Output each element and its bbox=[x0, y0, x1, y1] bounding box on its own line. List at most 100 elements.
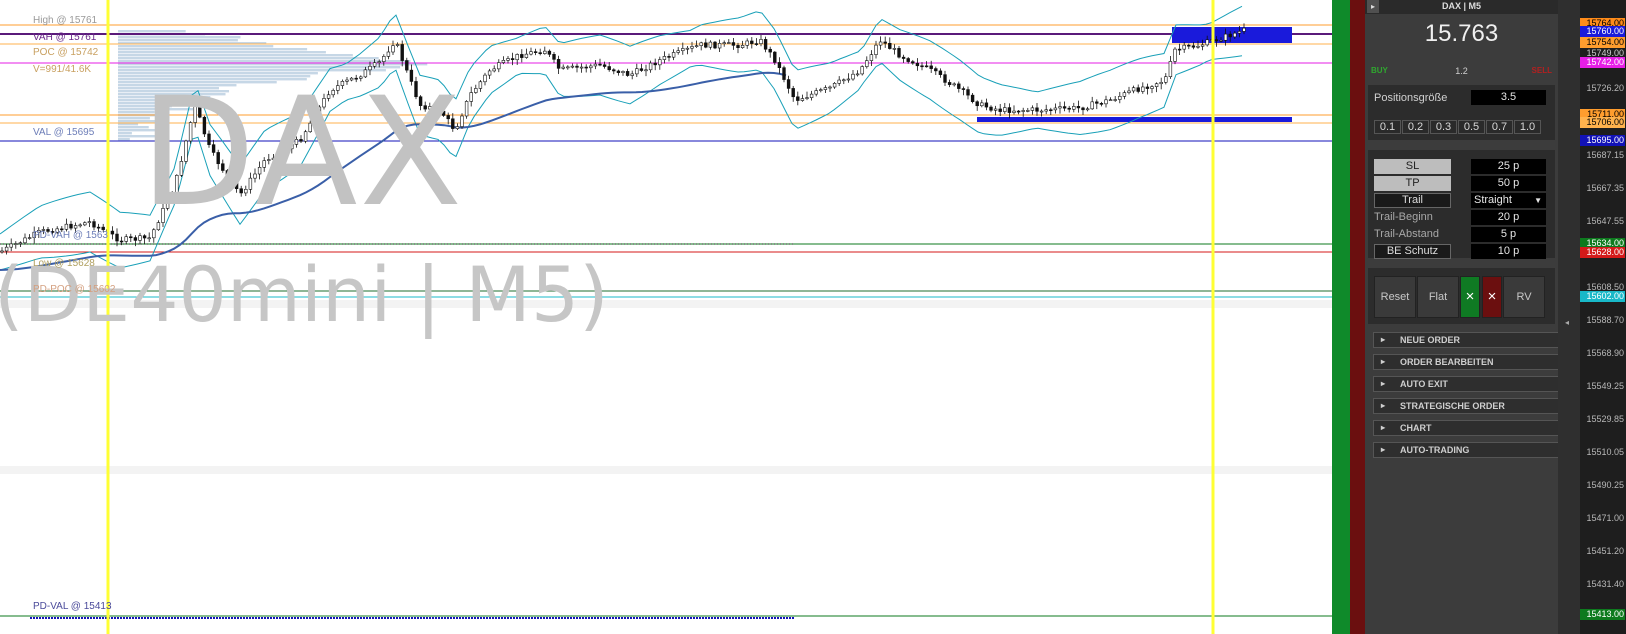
volume-profile-bar bbox=[118, 39, 238, 42]
candle-body bbox=[658, 59, 662, 66]
section-strategische-order[interactable]: ▸ STRATEGISCHE ORDER bbox=[1373, 398, 1561, 414]
expand-icon: ▸ bbox=[1381, 423, 1386, 432]
candle-body bbox=[1159, 81, 1163, 85]
tp-input[interactable]: 50 p bbox=[1471, 176, 1546, 191]
candle-body bbox=[1136, 87, 1140, 92]
pd-poc-label: PD-POC @ 15602 bbox=[33, 284, 116, 295]
candle-body bbox=[27, 237, 32, 239]
candle-body bbox=[1122, 92, 1127, 97]
candle-body bbox=[630, 73, 634, 76]
candle-body bbox=[947, 82, 952, 85]
axis-tick: 15490.25 bbox=[1586, 480, 1624, 490]
section-auto-trading[interactable]: ▸ AUTO-TRADING bbox=[1373, 442, 1561, 458]
candle-body bbox=[520, 54, 524, 58]
position-size-input[interactable]: 3.5 bbox=[1471, 90, 1546, 105]
high-label: High @ 15761 bbox=[33, 15, 98, 26]
step-0-7-button[interactable]: 0.7 bbox=[1486, 120, 1513, 134]
candle-body bbox=[506, 58, 510, 61]
step-0-3-button[interactable]: 0.3 bbox=[1430, 120, 1457, 134]
candle-body bbox=[736, 45, 740, 48]
candle-body bbox=[1081, 107, 1085, 111]
step-0-1-button[interactable]: 0.1 bbox=[1374, 120, 1401, 134]
sl-input[interactable]: 25 p bbox=[1471, 159, 1546, 174]
candle-body bbox=[832, 83, 837, 88]
trail-begin-input[interactable]: 20 p bbox=[1471, 210, 1546, 225]
candle-body bbox=[124, 236, 128, 242]
candle-body bbox=[1108, 99, 1113, 101]
candle-body bbox=[791, 88, 795, 98]
section-label: CHART bbox=[1400, 423, 1432, 433]
axis-price-tag: 15628.00 bbox=[1580, 247, 1625, 258]
axis-tick: 15647.55 bbox=[1586, 216, 1624, 226]
rv-button[interactable]: RV bbox=[1503, 276, 1545, 318]
candle-body bbox=[639, 68, 644, 71]
candle-body bbox=[1187, 44, 1191, 47]
candle-body bbox=[929, 65, 933, 69]
step-0-5-button[interactable]: 0.5 bbox=[1458, 120, 1485, 134]
step-0-2-button[interactable]: 0.2 bbox=[1402, 120, 1429, 134]
flat-button[interactable]: Flat bbox=[1417, 276, 1459, 318]
candle-body bbox=[690, 46, 694, 49]
candle-body bbox=[96, 226, 101, 229]
pd-val-label: PD-VAL @ 15413 bbox=[33, 601, 112, 612]
reset-button[interactable]: Reset bbox=[1374, 276, 1416, 318]
candle-body bbox=[984, 102, 989, 108]
trail-mode-select[interactable]: Straight ▼ bbox=[1471, 193, 1546, 208]
candle-body bbox=[782, 67, 786, 80]
section-neue-order[interactable]: ▸ NEUE ORDER bbox=[1373, 332, 1561, 348]
sell-label[interactable]: SELL bbox=[1532, 66, 1552, 75]
reset-label: Reset bbox=[1380, 291, 1410, 303]
axis-tick: 15568.90 bbox=[1586, 348, 1624, 358]
candle-body bbox=[570, 65, 575, 68]
candle-body bbox=[1085, 108, 1090, 111]
section-chart[interactable]: ▸ CHART bbox=[1373, 420, 1561, 436]
candle-body bbox=[23, 237, 27, 244]
candle-body bbox=[1118, 96, 1122, 100]
candle-body bbox=[18, 242, 23, 245]
candle-body bbox=[625, 71, 630, 76]
candle-body bbox=[694, 45, 699, 47]
candle-body bbox=[1030, 107, 1035, 111]
candle-body bbox=[474, 88, 478, 93]
tp-toggle-button[interactable]: TP bbox=[1374, 176, 1451, 191]
candle-body bbox=[1007, 107, 1012, 113]
panel-gutter[interactable]: ◂ bbox=[1558, 0, 1580, 634]
section-auto-exit[interactable]: ▸ AUTO EXIT bbox=[1373, 376, 1561, 392]
trail-distance-input[interactable]: 5 p bbox=[1471, 227, 1546, 242]
candle-body bbox=[9, 243, 13, 248]
candle-body bbox=[754, 43, 759, 45]
section-label: NEUE ORDER bbox=[1400, 335, 1461, 345]
candle-body bbox=[727, 42, 731, 44]
section-label: AUTO-TRADING bbox=[1400, 445, 1470, 455]
candle-body bbox=[1095, 101, 1099, 104]
candle-body bbox=[1099, 103, 1104, 105]
price-axis[interactable]: 15726.20 15687.15 15667.35 15647.55 1560… bbox=[1580, 0, 1626, 634]
candle-body bbox=[598, 63, 602, 66]
candle-body bbox=[924, 65, 929, 68]
be-protect-button[interactable]: BE Schutz bbox=[1374, 244, 1451, 259]
candle-body bbox=[612, 69, 616, 72]
step-1-0-button[interactable]: 1.0 bbox=[1514, 120, 1541, 134]
sl-toggle-button[interactable]: SL bbox=[1374, 159, 1451, 174]
candle-body bbox=[119, 240, 124, 243]
close-buy-button[interactable]: × bbox=[1460, 276, 1480, 318]
price-chart[interactable]: DAX (DE40mini | M5) High @ 15761 VAH @ 1… bbox=[0, 0, 1332, 634]
supply-zone bbox=[1172, 27, 1292, 43]
candle-body bbox=[800, 98, 805, 101]
candle-body bbox=[676, 50, 680, 53]
candle-body bbox=[1214, 39, 1219, 42]
candle-body bbox=[501, 60, 506, 63]
val-label: VAL @ 15695 bbox=[33, 127, 95, 138]
candle-body bbox=[607, 66, 611, 71]
trail-toggle-button[interactable]: Trail bbox=[1374, 193, 1451, 208]
be-protect-input[interactable]: 10 p bbox=[1471, 244, 1546, 259]
candle-body bbox=[1131, 87, 1136, 92]
close-sell-button[interactable]: × bbox=[1482, 276, 1502, 318]
candle-body bbox=[1053, 107, 1058, 111]
candle-body bbox=[970, 94, 975, 102]
trail-distance-label: Trail-Abstand bbox=[1374, 228, 1440, 240]
collapse-panel-icon[interactable]: ◂ bbox=[1565, 318, 1569, 327]
axis-tick: 15451.20 bbox=[1586, 546, 1624, 556]
candle-body bbox=[589, 65, 593, 69]
section-order-bearbeiten[interactable]: ▸ ORDER BEARBEITEN bbox=[1373, 354, 1561, 370]
